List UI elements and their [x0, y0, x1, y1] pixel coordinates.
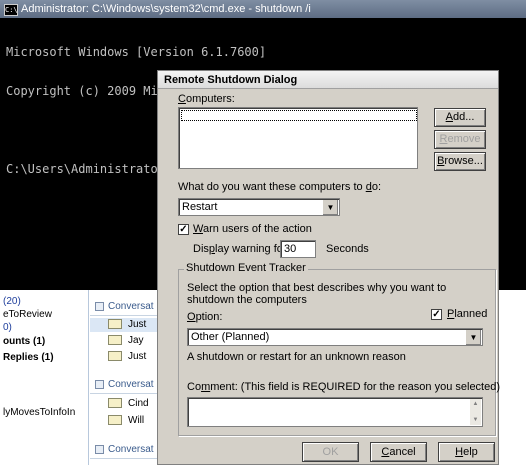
browse-button[interactable]: Browse...: [434, 152, 486, 171]
dropdown-arrow-icon[interactable]: ▼: [322, 200, 338, 215]
envelope-icon: [108, 415, 122, 426]
remote-shutdown-dialog: Remote Shutdown Dialog Computers: Add...…: [157, 70, 501, 465]
display-warning-label: Display warning for: [193, 243, 287, 255]
cmd-icon: C:\: [4, 4, 18, 16]
folder-item[interactable]: 0): [3, 322, 12, 333]
envelope-icon: [108, 398, 122, 409]
expand-icon[interactable]: [95, 301, 104, 311]
scroll-down-icon[interactable]: ▼: [470, 415, 481, 425]
ok-button[interactable]: OK: [302, 442, 359, 462]
remove-button[interactable]: Remove: [434, 130, 486, 149]
list-item[interactable]: Jay: [108, 335, 144, 346]
dropdown-arrow-icon[interactable]: ▼: [465, 330, 481, 345]
comment-textarea[interactable]: ▲ ▼: [187, 397, 483, 427]
dialog-title[interactable]: Remote Shutdown Dialog: [158, 71, 498, 89]
action-dropdown[interactable]: Restart ▼: [178, 198, 340, 216]
event-tracker-title: Shutdown Event Tracker: [184, 262, 308, 274]
seconds-label: Seconds: [326, 243, 369, 255]
folder-item[interactable]: eToReview: [3, 309, 52, 320]
sender-name: Cind: [128, 398, 149, 409]
sender-name: Just: [128, 351, 147, 362]
envelope-icon: [108, 335, 122, 346]
warn-users-label[interactable]: Warn users of the action: [193, 223, 312, 235]
computers-listbox[interactable]: [178, 107, 418, 169]
list-focus-rect: [181, 110, 417, 121]
folder-pane: (20) eToReview 0) ounts (1) Replies (1) …: [0, 290, 89, 465]
option-dropdown[interactable]: Other (Planned) ▼: [187, 328, 483, 346]
sender-name: Just: [128, 319, 147, 330]
tracker-description: Select the option that best describes wh…: [187, 282, 447, 306]
expand-icon[interactable]: [95, 444, 104, 454]
scroll-up-icon[interactable]: ▲: [470, 399, 481, 409]
warn-users-checkbox[interactable]: ✓: [178, 224, 189, 235]
planned-checkbox[interactable]: ✓: [431, 309, 442, 320]
action-question-label: What do you want these computers to do:: [178, 181, 382, 193]
action-selected-value: Restart: [182, 201, 218, 213]
list-item[interactable]: Will: [108, 415, 144, 426]
comment-label: Comment: (This field is REQUIRED for the…: [187, 381, 501, 393]
sender-name: Will: [128, 415, 145, 426]
help-button[interactable]: Help: [438, 442, 495, 462]
computers-label: Computers:: [178, 93, 235, 105]
list-item[interactable]: Just: [108, 319, 146, 330]
envelope-icon: [108, 319, 122, 330]
sender-name: Jay: [128, 335, 144, 346]
folder-item[interactable]: lyMovesToInfoIn: [3, 407, 75, 418]
list-item[interactable]: Just: [108, 351, 146, 362]
planned-label[interactable]: Planned: [447, 308, 487, 320]
cmd-window-title: Administrator: C:\Windows\system32\cmd.e…: [21, 3, 311, 15]
cmd-titlebar[interactable]: C:\ Administrator: C:\Windows\system32\cm…: [0, 0, 526, 18]
expand-icon[interactable]: [95, 379, 104, 389]
folder-item[interactable]: (20): [3, 296, 21, 307]
option-description: A shutdown or restart for an unknown rea…: [187, 351, 406, 363]
cancel-button[interactable]: Cancel: [370, 442, 427, 462]
option-label: Option:: [187, 311, 223, 323]
warning-seconds-input[interactable]: 30: [280, 240, 316, 258]
console-line: Microsoft Windows [Version 6.1.7600]: [6, 45, 267, 59]
add-button[interactable]: Add...: [434, 108, 486, 127]
list-item[interactable]: Cind: [108, 398, 149, 409]
folder-item[interactable]: Replies (1): [3, 352, 54, 363]
envelope-icon: [108, 351, 122, 362]
option-selected-value: Other (Planned): [191, 331, 270, 343]
comment-scrollbar[interactable]: ▲ ▼: [470, 399, 481, 425]
folder-item[interactable]: ounts (1): [3, 336, 45, 347]
